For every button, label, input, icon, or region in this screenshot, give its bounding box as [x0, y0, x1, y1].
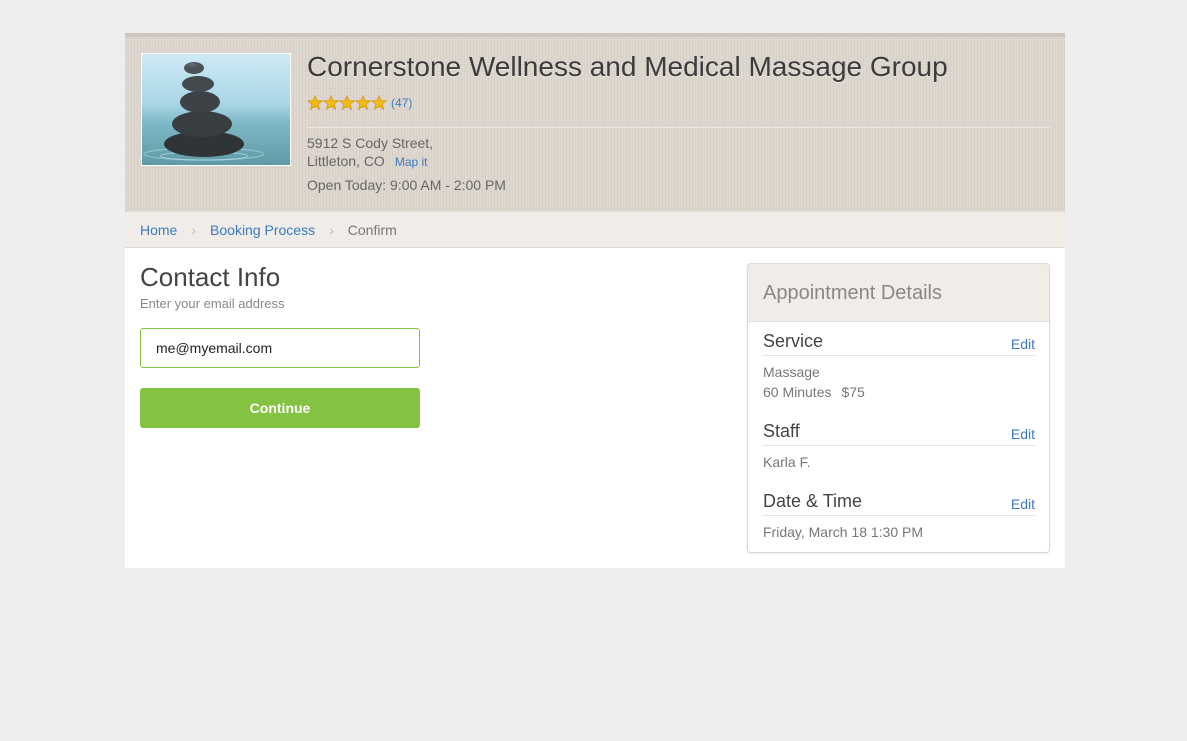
- service-details: Massage 60 Minutes $75: [763, 362, 1035, 402]
- continue-button[interactable]: Continue: [140, 388, 420, 428]
- address-line2: Littleton, CO: [307, 153, 385, 169]
- edit-datetime-link[interactable]: Edit: [1011, 496, 1035, 512]
- staff-header: Staff Edit: [763, 421, 1035, 446]
- review-count-link[interactable]: (47): [391, 96, 412, 110]
- appointment-details-title: Appointment Details: [748, 264, 1049, 322]
- edit-service-link[interactable]: Edit: [1011, 336, 1035, 352]
- business-logo: [141, 53, 291, 166]
- star-icon: [371, 95, 387, 111]
- star-icon: [355, 95, 371, 111]
- business-hours: Open Today: 9:00 AM - 2:00 PM: [307, 177, 506, 193]
- rating-stars[interactable]: (47): [307, 95, 412, 111]
- datetime-heading: Date & Time: [763, 491, 863, 511]
- staff-heading: Staff: [763, 421, 800, 441]
- business-name: Cornerstone Wellness and Medical Massage…: [307, 51, 948, 82]
- datetime-header: Date & Time Edit: [763, 491, 1035, 516]
- staff-section: Staff Edit Karla F.: [763, 421, 1035, 472]
- address-line1: 5912 S Cody Street,: [307, 135, 434, 151]
- breadcrumb-booking-process[interactable]: Booking Process: [210, 222, 315, 238]
- breadcrumb: Home › Booking Process › Confirm: [125, 211, 1065, 248]
- datetime-value: Friday, March 18 1:30 PM: [763, 524, 924, 540]
- service-section: Service Edit Massage 60 Minutes $75: [763, 331, 1035, 402]
- appointment-details-panel: Appointment Details Service Edit Massage…: [747, 263, 1050, 553]
- datetime-section: Date & Time Edit Friday, March 18 1:30 P…: [763, 491, 1035, 542]
- address-line2-row: Littleton, CO Map it: [307, 152, 433, 171]
- contact-info-title: Contact Info: [140, 262, 281, 292]
- chevron-right-icon: ›: [329, 221, 334, 238]
- email-input[interactable]: [140, 328, 420, 368]
- stacked-stones-logo: [143, 62, 265, 161]
- service-name: Massage: [763, 364, 820, 380]
- map-it-link[interactable]: Map it: [395, 155, 428, 169]
- chevron-right-icon: ›: [191, 221, 197, 238]
- service-header: Service Edit: [763, 331, 1035, 356]
- contact-info-subtitle: Enter your email address: [140, 296, 285, 311]
- service-duration: 60 Minutes: [763, 384, 832, 400]
- star-icon: [307, 95, 323, 111]
- star-icon: [339, 95, 355, 111]
- service-heading: Service: [763, 331, 824, 351]
- staff-name: Karla F.: [763, 454, 811, 470]
- edit-staff-link[interactable]: Edit: [1011, 426, 1035, 442]
- breadcrumb-home[interactable]: Home: [140, 222, 177, 238]
- service-duration-price: 60 Minutes $75: [763, 382, 1035, 402]
- page-container: Cornerstone Wellness and Medical Massage…: [125, 33, 1065, 568]
- header-divider: [307, 127, 1050, 128]
- star-icon: [323, 95, 339, 111]
- breadcrumb-confirm: Confirm: [347, 221, 397, 238]
- service-price: $75: [841, 384, 865, 400]
- business-address: 5912 S Cody Street, Littleton, CO Map it: [307, 134, 433, 171]
- business-header: Cornerstone Wellness and Medical Massage…: [125, 33, 1065, 211]
